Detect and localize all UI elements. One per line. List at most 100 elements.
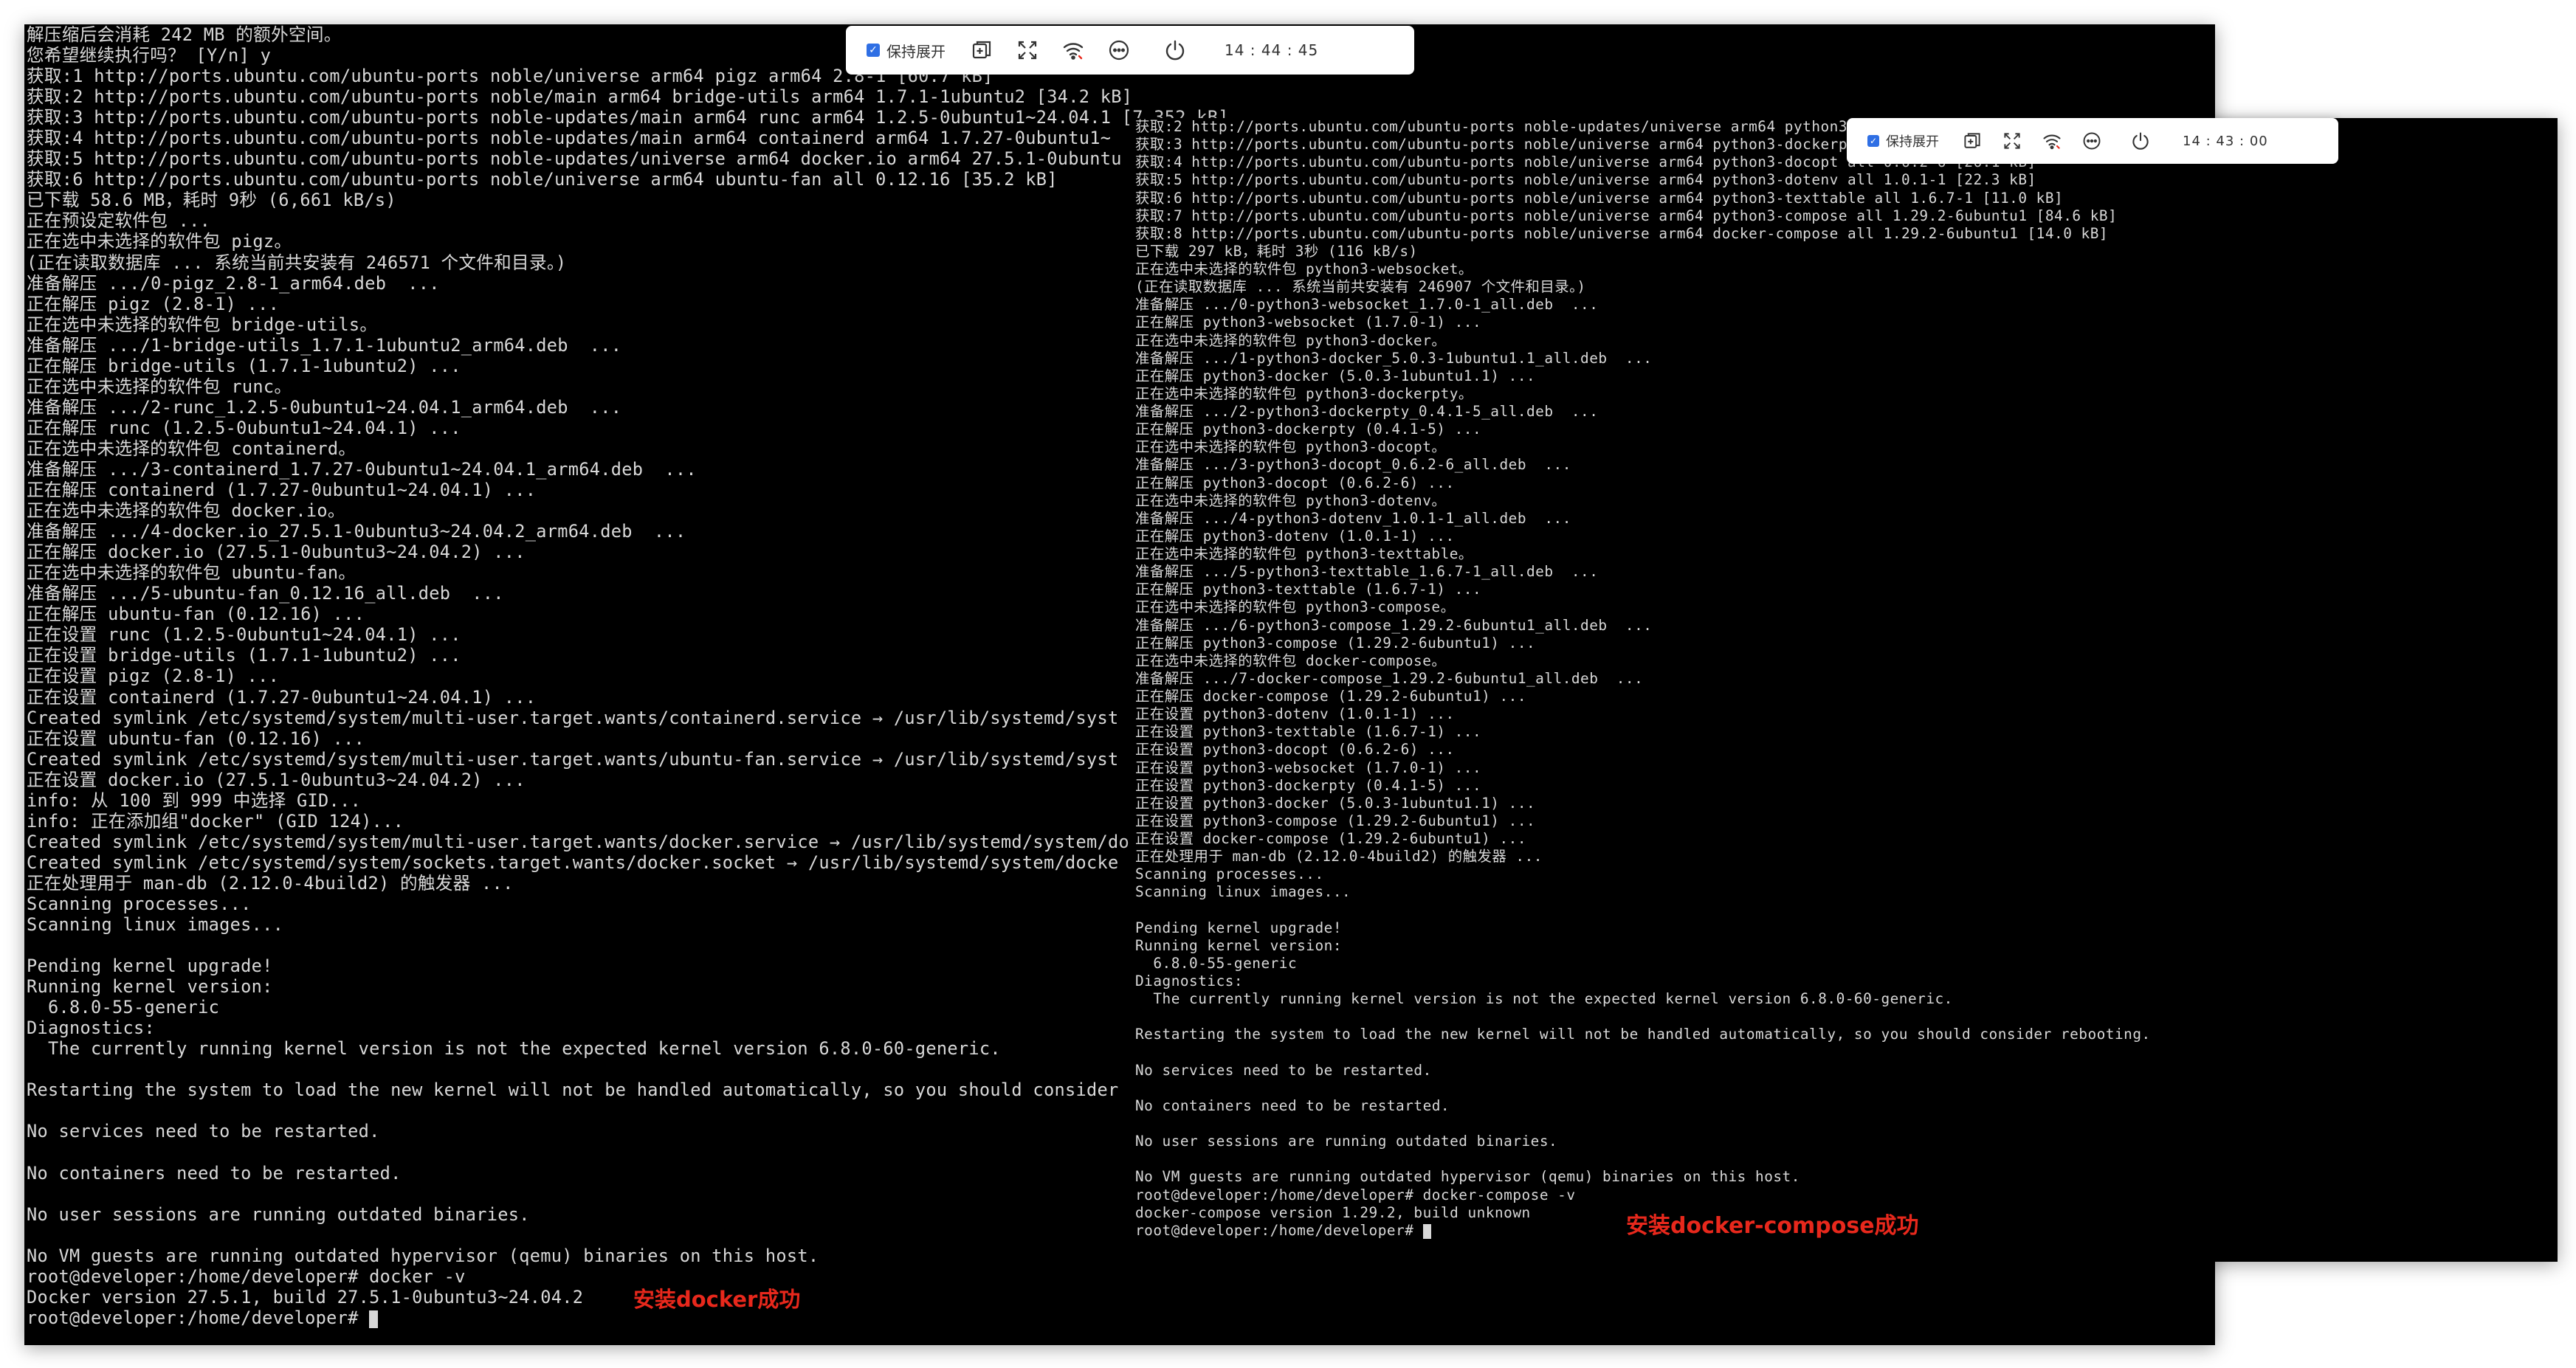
keep-expanded-label: 保持展开: [886, 42, 946, 61]
terminal-line: 正在设置 python3-texttable (1.6.7-1) ...: [1135, 723, 1482, 741]
terminal-line: Pending kernel upgrade!: [1135, 919, 1343, 936]
fullscreen-icon[interactable]: [1010, 33, 1044, 67]
terminal-line: 正在解压 runc (1.2.5-0ubuntu1~24.04.1) ...: [27, 417, 461, 438]
terminal-line: 正在选中未选择的软件包 docker.io。: [27, 500, 345, 522]
power-icon[interactable]: [1158, 33, 1192, 67]
terminal-line: Scanning linux images...: [1135, 883, 1351, 901]
terminal-line: Restarting the system to load the new ke…: [27, 1079, 1119, 1101]
terminal-line: root@developer:/home/developer# docker -…: [27, 1265, 466, 1287]
terminal-line: 正在选中未选择的软件包 python3-dotenv。: [1135, 491, 1447, 509]
terminal-line: 准备解压 .../4-docker.io_27.5.1-0ubuntu3~24.…: [27, 521, 686, 542]
terminal-line: No user sessions are running outdated bi…: [27, 1203, 530, 1225]
terminal-line: Diagnostics:: [1135, 973, 1244, 989]
terminal-line: 正在处理用于 man-db (2.12.0-4build2) 的触发器 ...: [27, 872, 514, 894]
terminal-line: Pending kernel upgrade!: [27, 956, 273, 977]
terminal-line: 正在设置 python3-compose (1.29.2-6ubuntu1) .…: [1135, 812, 1536, 829]
terminal-line: 正在选中未选择的软件包 python3-docker。: [1135, 331, 1447, 349]
terminal-line: 正在解压 python3-websocket (1.7.0-1) ...: [1135, 314, 1482, 331]
terminal-line: 正在设置 ubuntu-fan (0.12.16) ...: [27, 728, 365, 749]
terminal-line: 已下载 297 kB，耗时 3秒 (116 kB/s): [1135, 242, 1418, 260]
terminal-line: 获取:6 http://ports.ubuntu.com/ubuntu-port…: [27, 169, 1058, 190]
terminal-line: 获取:8 http://ports.ubuntu.com/ubuntu-port…: [1135, 224, 2109, 242]
terminal-window-right[interactable]: 获取:2 http://ports.ubuntu.com/ubuntu-port…: [1133, 118, 2558, 1262]
remote-toolbar-left: ✓ 保持展开 14 : 44 : 45: [846, 26, 1414, 75]
terminal-line: 获取:3 http://ports.ubuntu.com/ubuntu-port…: [27, 107, 1229, 128]
terminal-line: 正在设置 python3-docker (5.0.3-1ubuntu1.1) .…: [1135, 794, 1536, 812]
terminal-line: Created symlink /etc/systemd/system/mult…: [27, 707, 1119, 728]
terminal-line: 准备解压 .../0-python3-websocket_1.7.0-1_all…: [1135, 296, 1599, 314]
more-options-icon[interactable]: [1102, 33, 1136, 67]
wifi-signal-icon[interactable]: [2036, 125, 2067, 156]
power-icon[interactable]: [2125, 125, 2156, 156]
terminal-line: 正在选中未选择的软件包 python3-texttable。: [1135, 545, 1473, 562]
remote-toolbar-right: ✓ 保持展开 14 : 43 : 00: [1847, 118, 2338, 164]
more-options-icon[interactable]: [2076, 125, 2107, 156]
terminal-line: 获取:5 http://ports.ubuntu.com/ubuntu-port…: [1135, 171, 2036, 189]
terminal-line: 准备解压 .../5-ubuntu-fan_0.12.16_all.deb ..…: [27, 583, 504, 604]
terminal-line: 正在选中未选择的软件包 docker-compose。: [1135, 652, 1447, 669]
terminal-line: 正在设置 python3-dockerpty (0.4.1-5) ...: [1135, 776, 1482, 794]
terminal-line: 准备解压 .../2-runc_1.2.5-0ubuntu1~24.04.1_a…: [27, 396, 622, 418]
terminal-line: Running kernel version:: [1135, 936, 1343, 954]
terminal-line: 正在设置 python3-websocket (1.7.0-1) ...: [1135, 759, 1482, 776]
terminal-line: 准备解压 .../1-python3-docker_5.0.3-1ubuntu1…: [1135, 349, 1653, 367]
terminal-line: 准备解压 .../6-python3-compose_1.29.2-6ubunt…: [1135, 616, 1653, 634]
terminal-line: 正在选中未选择的软件包 runc。: [27, 376, 292, 397]
keep-expanded-checkbox[interactable]: ✓ 保持展开: [867, 40, 946, 61]
terminal-line: Docker version 27.5.1, build 27.5.1-0ubu…: [27, 1286, 584, 1307]
terminal-line: 正在解压 python3-dotenv (1.0.1-1) ...: [1135, 527, 1455, 545]
wifi-signal-icon[interactable]: [1056, 33, 1090, 67]
terminal-line: 6.8.0-55-generic: [1135, 954, 1298, 972]
terminal-line: 正在设置 python3-dotenv (1.0.1-1) ...: [1135, 705, 1455, 723]
terminal-line: 正在处理用于 man-db (2.12.0-4build2) 的触发器 ...: [1135, 848, 1543, 866]
terminal-line: 正在解压 python3-compose (1.29.2-6ubuntu1) .…: [1135, 634, 1536, 652]
terminal-line: 正在选中未选择的软件包 ubuntu-fan。: [27, 562, 357, 584]
terminal-line: 正在设置 python3-docopt (0.6.2-6) ...: [1135, 741, 1455, 759]
terminal-line: 获取:6 http://ports.ubuntu.com/ubuntu-port…: [1135, 189, 2064, 207]
copy-window-icon[interactable]: [1957, 125, 1988, 156]
checkbox-checked-icon: ✓: [867, 44, 880, 57]
keep-expanded-label: 保持展开: [1886, 134, 1939, 150]
terminal-line: 准备解压 .../4-python3-dotenv_1.0.1-1_all.de…: [1135, 509, 1571, 527]
terminal-line: No VM guests are running outdated hyperv…: [1135, 1168, 1800, 1186]
terminal-line: 正在选中未选择的软件包 python3-docopt。: [1135, 438, 1447, 456]
terminal-line: No user sessions are running outdated bi…: [1135, 1133, 1558, 1150]
terminal-line: info: 从 100 到 999 中选择 GID...: [27, 790, 362, 811]
terminal-line: 正在选中未选择的软件包 python3-websocket。: [1135, 260, 1473, 277]
terminal-line: No services need to be restarted.: [27, 1121, 380, 1142]
terminal-line: Running kernel version:: [27, 976, 273, 998]
session-clock: 14 : 43 : 00: [2183, 133, 2268, 149]
annotation-compose-success: 安装docker-compose成功: [1626, 1213, 1919, 1239]
terminal-line: Created symlink /etc/systemd/system/mult…: [27, 748, 1119, 770]
terminal-line: (正在读取数据库 ... 系统当前共安装有 246907 个文件和目录。): [1135, 278, 1586, 296]
terminal-line: 准备解压 .../1-bridge-utils_1.7.1-1ubuntu2_a…: [27, 334, 622, 356]
terminal-line: 准备解压 .../3-python3-docopt_0.6.2-6_all.de…: [1135, 456, 1571, 474]
terminal-line: 正在解压 python3-texttable (1.6.7-1) ...: [1135, 581, 1482, 598]
terminal-line: Restarting the system to load the new ke…: [1135, 1026, 2151, 1043]
terminal-line: No services need to be restarted.: [1135, 1061, 1432, 1079]
terminal-line: 准备解压 .../7-docker-compose_1.29.2-6ubuntu…: [1135, 669, 1644, 687]
terminal-line: 正在解压 docker.io (27.5.1-0ubuntu3~24.04.2)…: [27, 542, 526, 563]
keep-expanded-checkbox[interactable]: ✓ 保持展开: [1867, 131, 1939, 151]
terminal-line: 获取:4 http://ports.ubuntu.com/ubuntu-port…: [27, 128, 1112, 149]
terminal-line: Diagnostics:: [27, 1018, 156, 1039]
terminal-line: The currently running kernel version is …: [27, 1038, 1001, 1060]
fullscreen-icon[interactable]: [1997, 125, 2028, 156]
terminal-line: root@developer:/home/developer#: [27, 1307, 1229, 1328]
terminal-line: 准备解压 .../5-python3-texttable_1.6.7-1_all…: [1135, 563, 1599, 581]
terminal-line: Scanning linux images...: [27, 914, 284, 936]
terminal-line: 正在解压 pigz (2.8-1) ...: [27, 293, 280, 314]
terminal-line: 已下载 58.6 MB，耗时 9秒 (6,661 kB/s): [27, 190, 396, 211]
terminal-line: Scanning processes...: [1135, 866, 1324, 883]
terminal-output-left: 解压缩后会消耗 242 MB 的额外空间。 您希望继续执行吗？ [Y/n] y 获取…: [27, 24, 1229, 1328]
copy-window-icon[interactable]: [965, 33, 999, 67]
terminal-line: 获取:5 http://ports.ubuntu.com/ubuntu-port…: [27, 148, 1122, 170]
